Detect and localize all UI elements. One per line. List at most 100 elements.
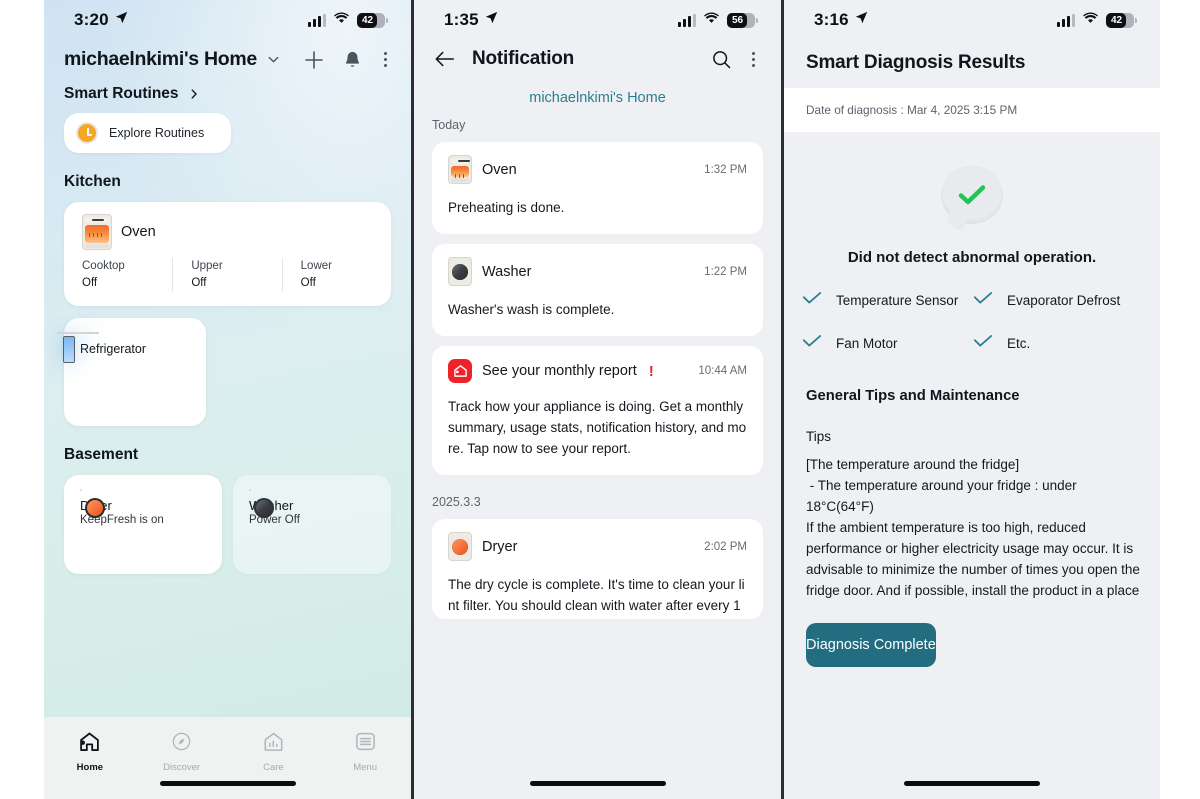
device-card-dryer[interactable]: Dryer KeepFresh is on (64, 475, 222, 574)
notification-body: Track how your appliance is doing. Get a… (448, 399, 747, 456)
page-title: Smart Diagnosis Results (806, 52, 1026, 73)
plus-icon[interactable] (303, 49, 325, 71)
oven-stats: Cooktop Off Upper Off Lower Off (64, 250, 391, 306)
oven-stat-upper: Upper Off (172, 258, 281, 292)
location-arrow-icon (115, 11, 128, 29)
more-vertical-icon[interactable] (380, 52, 391, 67)
location-arrow-icon (855, 11, 868, 29)
notification-source: Oven (482, 161, 517, 178)
oven-stat-key: Cooktop (82, 260, 125, 272)
chevron-down-icon[interactable] (266, 52, 281, 67)
status-time: 3:20 (74, 10, 109, 29)
menu-lines-icon (354, 731, 377, 757)
notification-card-header: Oven 1:32 PM (448, 155, 747, 184)
right-margin (1160, 0, 1200, 799)
diagnosis-verdict: Did not detect abnormal operation. (847, 249, 1097, 266)
tips-body: [The temperature around the fridge] - Th… (806, 457, 1140, 598)
bottom-tab-bar: Home Discover Care Menu (44, 717, 411, 799)
notification-card-header: Washer 1:22 PM (448, 257, 747, 286)
device-card-refrigerator[interactable]: Refrigerator (57, 318, 206, 426)
compass-icon (170, 731, 193, 757)
arrow-left-icon[interactable] (434, 50, 456, 68)
diagnosis-check-list: Temperature Sensor Evaporator Defrost Fa… (784, 266, 1160, 376)
oven-stat-value: Off (191, 277, 207, 289)
explore-routines-chip[interactable]: Explore Routines (64, 113, 231, 153)
battery-icon: 42 (357, 12, 388, 28)
dryer-status: KeepFresh is on (80, 514, 164, 526)
search-icon[interactable] (711, 49, 732, 70)
oven-icon (448, 155, 472, 184)
status-indicators: 56 (678, 11, 758, 29)
diagnosis-check-item: Temperature Sensor (802, 290, 973, 311)
notification-time: 1:22 PM (704, 265, 747, 278)
oven-stat-value: Off (82, 277, 98, 289)
alert-exclamation-icon: ! (648, 362, 654, 380)
status-indicators: 42 (308, 11, 388, 29)
notification-card[interactable]: Washer 1:22 PM Washer's wash is complete… (432, 244, 763, 336)
battery-level: 42 (357, 12, 377, 28)
device-card-oven[interactable]: Oven Cooktop Off Upper Off Lower Off (64, 202, 391, 306)
notification-card[interactable]: Dryer 2:02 PM The dry cycle is complete.… (432, 519, 763, 619)
tab-discover-label: Discover (163, 762, 201, 773)
home-name-link[interactable]: michaelnkimi's Home (414, 70, 781, 106)
left-margin (0, 0, 44, 799)
washer-status: Power Off (249, 514, 300, 526)
tab-home-label: Home (76, 762, 104, 773)
status-indicators: 42 (1057, 11, 1137, 29)
oven-stat-value: Off (300, 277, 316, 289)
cellular-signal-icon (308, 13, 326, 27)
tips-label: Tips (806, 429, 832, 444)
check-icon (973, 290, 993, 311)
device-card-washer[interactable]: Washer Power Off (233, 475, 391, 574)
smart-routines-row[interactable]: Smart Routines (44, 71, 411, 103)
status-time-group: 1:35 (444, 10, 498, 30)
oven-name: Oven (121, 224, 156, 240)
status-time: 1:35 (444, 10, 479, 29)
diagnosis-complete-button[interactable]: Diagnosis Complete (806, 623, 936, 667)
clock-icon (76, 122, 98, 144)
check-icon (973, 333, 993, 354)
notification-header-actions (711, 49, 759, 70)
more-vertical-icon[interactable] (748, 51, 759, 67)
group-label-date: 2025.3.3 (432, 495, 481, 509)
notification-time: 2:02 PM (704, 540, 747, 553)
oven-icon (82, 214, 112, 250)
report-home-icon (448, 359, 472, 383)
notification-card-header: Dryer 2:02 PM (448, 532, 747, 561)
home-indicator (904, 781, 1040, 786)
tab-home[interactable]: Home (44, 731, 136, 773)
tab-care[interactable]: Care (228, 731, 320, 773)
group-label-today: Today (432, 118, 466, 132)
status-bar-notification: 1:35 56 (414, 0, 781, 40)
tab-discover[interactable]: Discover (136, 731, 228, 773)
notification-card[interactable]: See your monthly report ! 10:44 AM Track… (432, 346, 763, 475)
dryer-icon (448, 532, 472, 561)
battery-icon: 56 (727, 12, 758, 28)
notification-card[interactable]: Oven 1:32 PM Preheating is done. (432, 142, 763, 234)
washer-icon (448, 257, 472, 286)
smart-routines-label: Smart Routines (64, 85, 179, 102)
chevron-right-icon[interactable] (187, 87, 201, 101)
basement-device-grid: Dryer KeepFresh is on Washer Power Off (64, 475, 391, 574)
home-header-actions (303, 49, 393, 71)
cellular-signal-icon (678, 13, 696, 27)
section-title-basement: Basement (64, 446, 139, 463)
phone-screen-diagnosis: 3:16 42 Smart Diagnosis Results Date of … (784, 0, 1160, 799)
tips-heading: General Tips and Maintenance (806, 388, 1020, 404)
phone-screen-notification: 1:35 56 Notification michaelnkimi's Home… (414, 0, 781, 799)
oven-card-header: Oven (64, 214, 391, 250)
notification-body: Washer's wash is complete. (448, 302, 615, 317)
diagnosis-check-item: Etc. (973, 333, 1144, 354)
bell-icon[interactable] (343, 50, 362, 70)
diagnosis-check-label: Etc. (1007, 335, 1031, 351)
tab-menu[interactable]: Menu (319, 731, 411, 773)
notification-time: 1:32 PM (704, 163, 747, 176)
status-time: 3:16 (814, 10, 849, 29)
home-indicator (159, 781, 296, 786)
explore-routines-label: Explore Routines (109, 126, 205, 140)
location-arrow-icon (485, 11, 498, 29)
notification-source: See your monthly report (482, 363, 637, 379)
notification-source: Dryer (482, 538, 518, 555)
care-chart-icon (262, 731, 285, 757)
wifi-icon (1082, 11, 1099, 29)
